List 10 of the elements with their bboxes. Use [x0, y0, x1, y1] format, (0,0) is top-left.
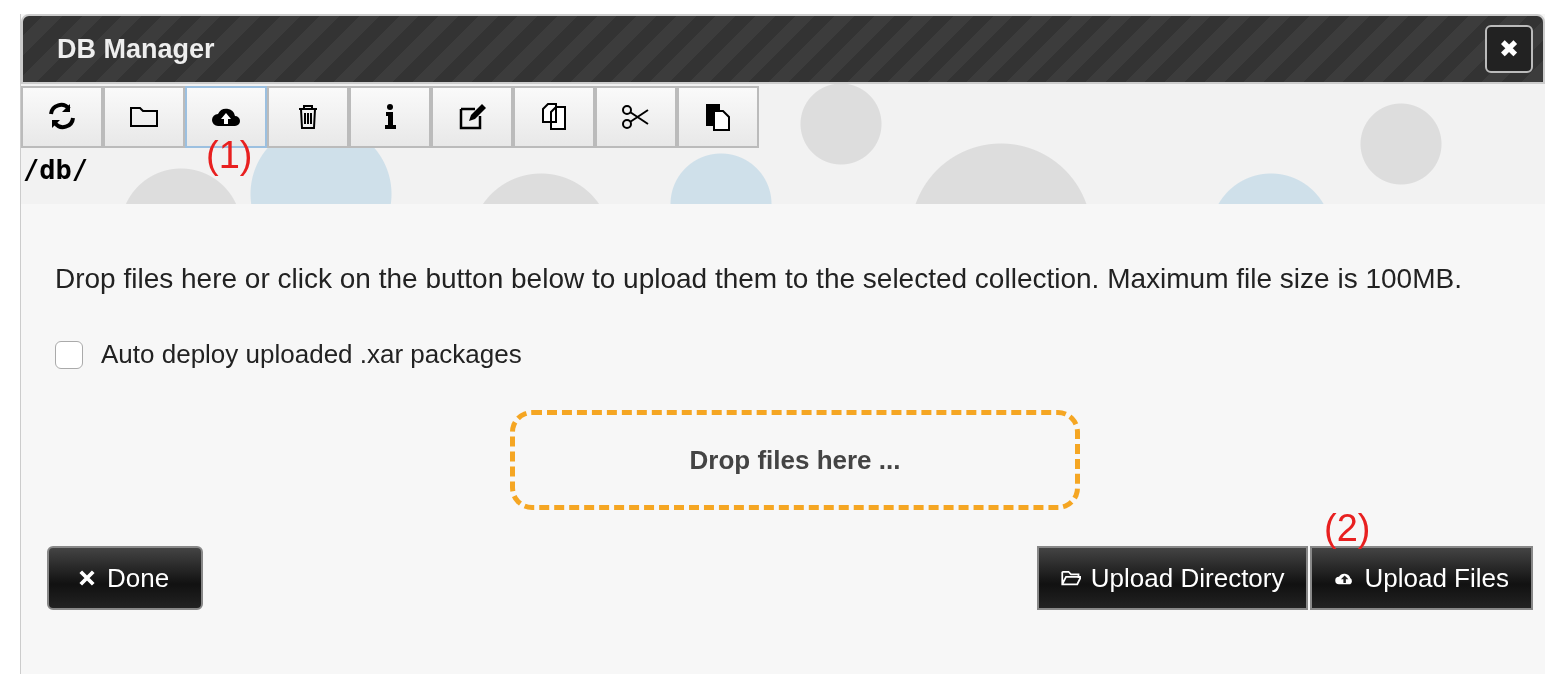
collection-path: /db/: [23, 154, 89, 185]
annotation-label: (2): [1324, 509, 1371, 547]
done-button[interactable]: Done: [47, 546, 204, 610]
upload-instructions: Drop files here or click on the button below to upload them to the selected collection. Maximum file size is 100MB.: [55, 262, 1463, 296]
drop-zone[interactable]: Drop files here ...: [510, 410, 1080, 510]
upload-directory-button[interactable]: Upload Directory: [1036, 546, 1309, 610]
annotation-label: (1): [206, 134, 253, 177]
checkbox-label: Auto deploy uploaded .xar packages: [101, 339, 522, 370]
window-title: DB Manager: [57, 33, 215, 65]
close-button[interactable]: ✖: [1485, 25, 1533, 73]
